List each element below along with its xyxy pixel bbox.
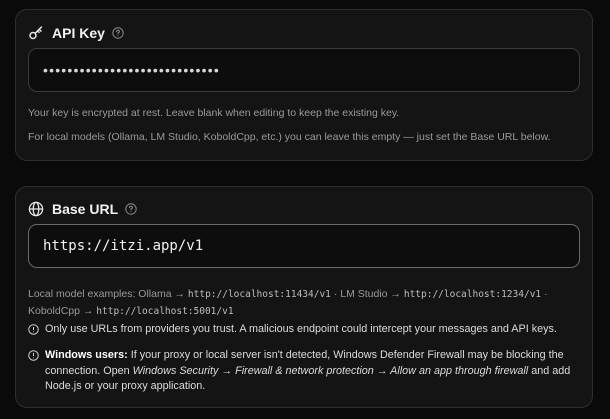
lmstudio-label: · LM Studio → [333, 288, 401, 300]
windows-firewall-note: Windows users: If your proxy or local se… [28, 348, 573, 395]
api-key-input[interactable]: ••••••••••••••••••••••••••••• [28, 48, 580, 92]
base-url-heading: Base URL [28, 201, 137, 217]
base-url-value: https://itzi.app/v1 [43, 238, 204, 254]
api-key-card: API Key ••••••••••••••••••••••••••••• Yo… [15, 9, 593, 161]
local-model-examples: Local model examples: Ollama → http://lo… [28, 286, 583, 320]
info-circle-icon [28, 322, 42, 341]
globe-icon [28, 201, 44, 217]
api-key-encryption-hint: Your key is encrypted at rest. Leave bla… [28, 107, 400, 119]
kobold-url-example: http://localhost:5001/v1 [96, 306, 234, 317]
trust-warning-note: Only use URLs from providers you trust. … [28, 322, 573, 341]
key-icon [28, 25, 44, 41]
base-url-card: Base URL https://itzi.app/v1 Local model… [15, 186, 593, 408]
trust-warning-text: Only use URLs from providers you trust. … [45, 323, 557, 335]
help-circle-icon[interactable] [112, 27, 124, 39]
examples-intro: Local model examples: Ollama → [28, 288, 185, 300]
lmstudio-url-example: http://localhost:1234/v1 [403, 289, 542, 300]
help-circle-icon[interactable] [125, 203, 137, 215]
kobold-label: KoboldCpp → [28, 305, 94, 317]
base-url-input[interactable]: https://itzi.app/v1 [28, 224, 580, 268]
api-key-title: API Key [52, 25, 105, 41]
info-circle-icon [28, 348, 42, 395]
windows-users-label: Windows users: [45, 349, 128, 361]
base-url-title: Base URL [52, 201, 119, 217]
windows-security-path: Windows Security → Firewall & network pr… [132, 364, 529, 377]
api-key-local-hint: For local models (Ollama, LM Studio, Kob… [28, 131, 551, 143]
api-key-masked-value: ••••••••••••••••••••••••••••• [43, 62, 220, 78]
ollama-url-example: http://localhost:11434/v1 [187, 289, 331, 300]
windows-firewall-text: Windows users: If your proxy or local se… [45, 348, 573, 395]
api-key-heading: API Key [28, 25, 124, 41]
examples-separator: · [544, 288, 548, 300]
